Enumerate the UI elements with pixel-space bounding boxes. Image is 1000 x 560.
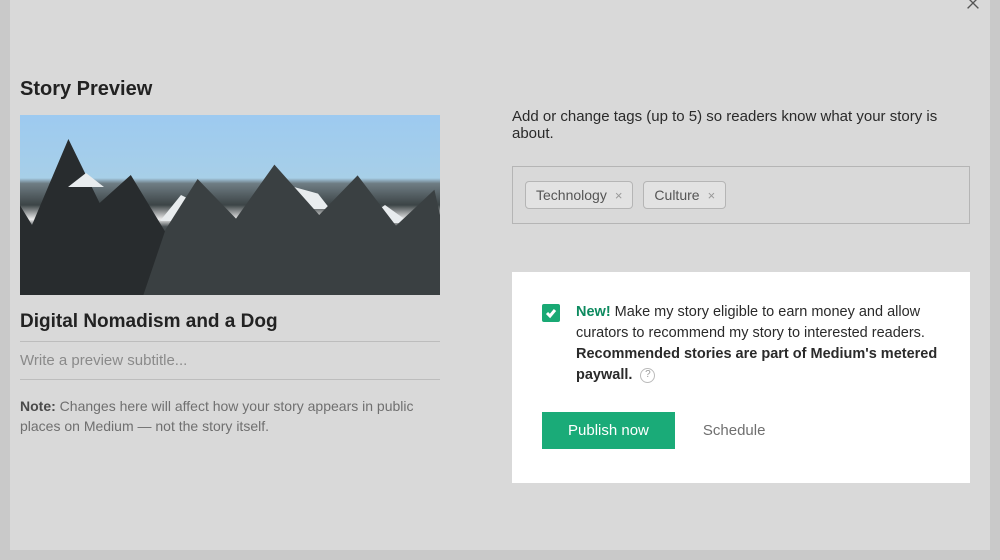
tag-remove-icon[interactable]: ×: [615, 188, 623, 203]
preview-column: Story Preview Digital Nomadism and a Dog…: [20, 78, 440, 483]
eligibility-body: Make my story eligible to earn money and…: [576, 304, 925, 341]
preview-image[interactable]: [20, 115, 440, 295]
eligibility-text: New! Make my story eligible to earn mone…: [576, 302, 940, 386]
dialog-content: Story Preview Digital Nomadism and a Dog…: [10, 0, 990, 503]
note-bold: Note:: [20, 398, 56, 414]
eligibility-checkbox[interactable]: [542, 304, 560, 322]
note-text: Changes here will affect how your story …: [20, 398, 414, 434]
actions-row: Publish now Schedule: [542, 412, 940, 449]
help-icon[interactable]: ?: [640, 368, 655, 383]
tag-remove-icon[interactable]: ×: [708, 188, 716, 203]
tags-help-text: Add or change tags (up to 5) so readers …: [512, 108, 970, 142]
eligibility-row: New! Make my story eligible to earn mone…: [542, 302, 940, 386]
eligibility-card: New! Make my story eligible to earn mone…: [512, 272, 970, 483]
tag-chip: Technology ×: [525, 181, 633, 209]
tag-label: Technology: [536, 187, 607, 203]
new-badge: New!: [576, 304, 611, 320]
preview-note: Note: Changes here will affect how your …: [20, 396, 440, 437]
schedule-link[interactable]: Schedule: [703, 422, 766, 439]
section-title: Story Preview: [20, 78, 440, 101]
tags-input[interactable]: Technology × Culture ×: [512, 166, 970, 224]
story-title-field[interactable]: Digital Nomadism and a Dog: [20, 295, 440, 342]
settings-column: Add or change tags (up to 5) so readers …: [512, 78, 970, 483]
close-icon[interactable]: [964, 0, 984, 14]
tag-label: Culture: [654, 187, 699, 203]
tag-chip: Culture ×: [643, 181, 726, 209]
publish-dialog: Story Preview Digital Nomadism and a Dog…: [10, 0, 990, 550]
eligibility-bold: Recommended stories are part of Medium's…: [576, 346, 937, 383]
subtitle-input[interactable]: [20, 342, 440, 380]
publish-button[interactable]: Publish now: [542, 412, 675, 449]
